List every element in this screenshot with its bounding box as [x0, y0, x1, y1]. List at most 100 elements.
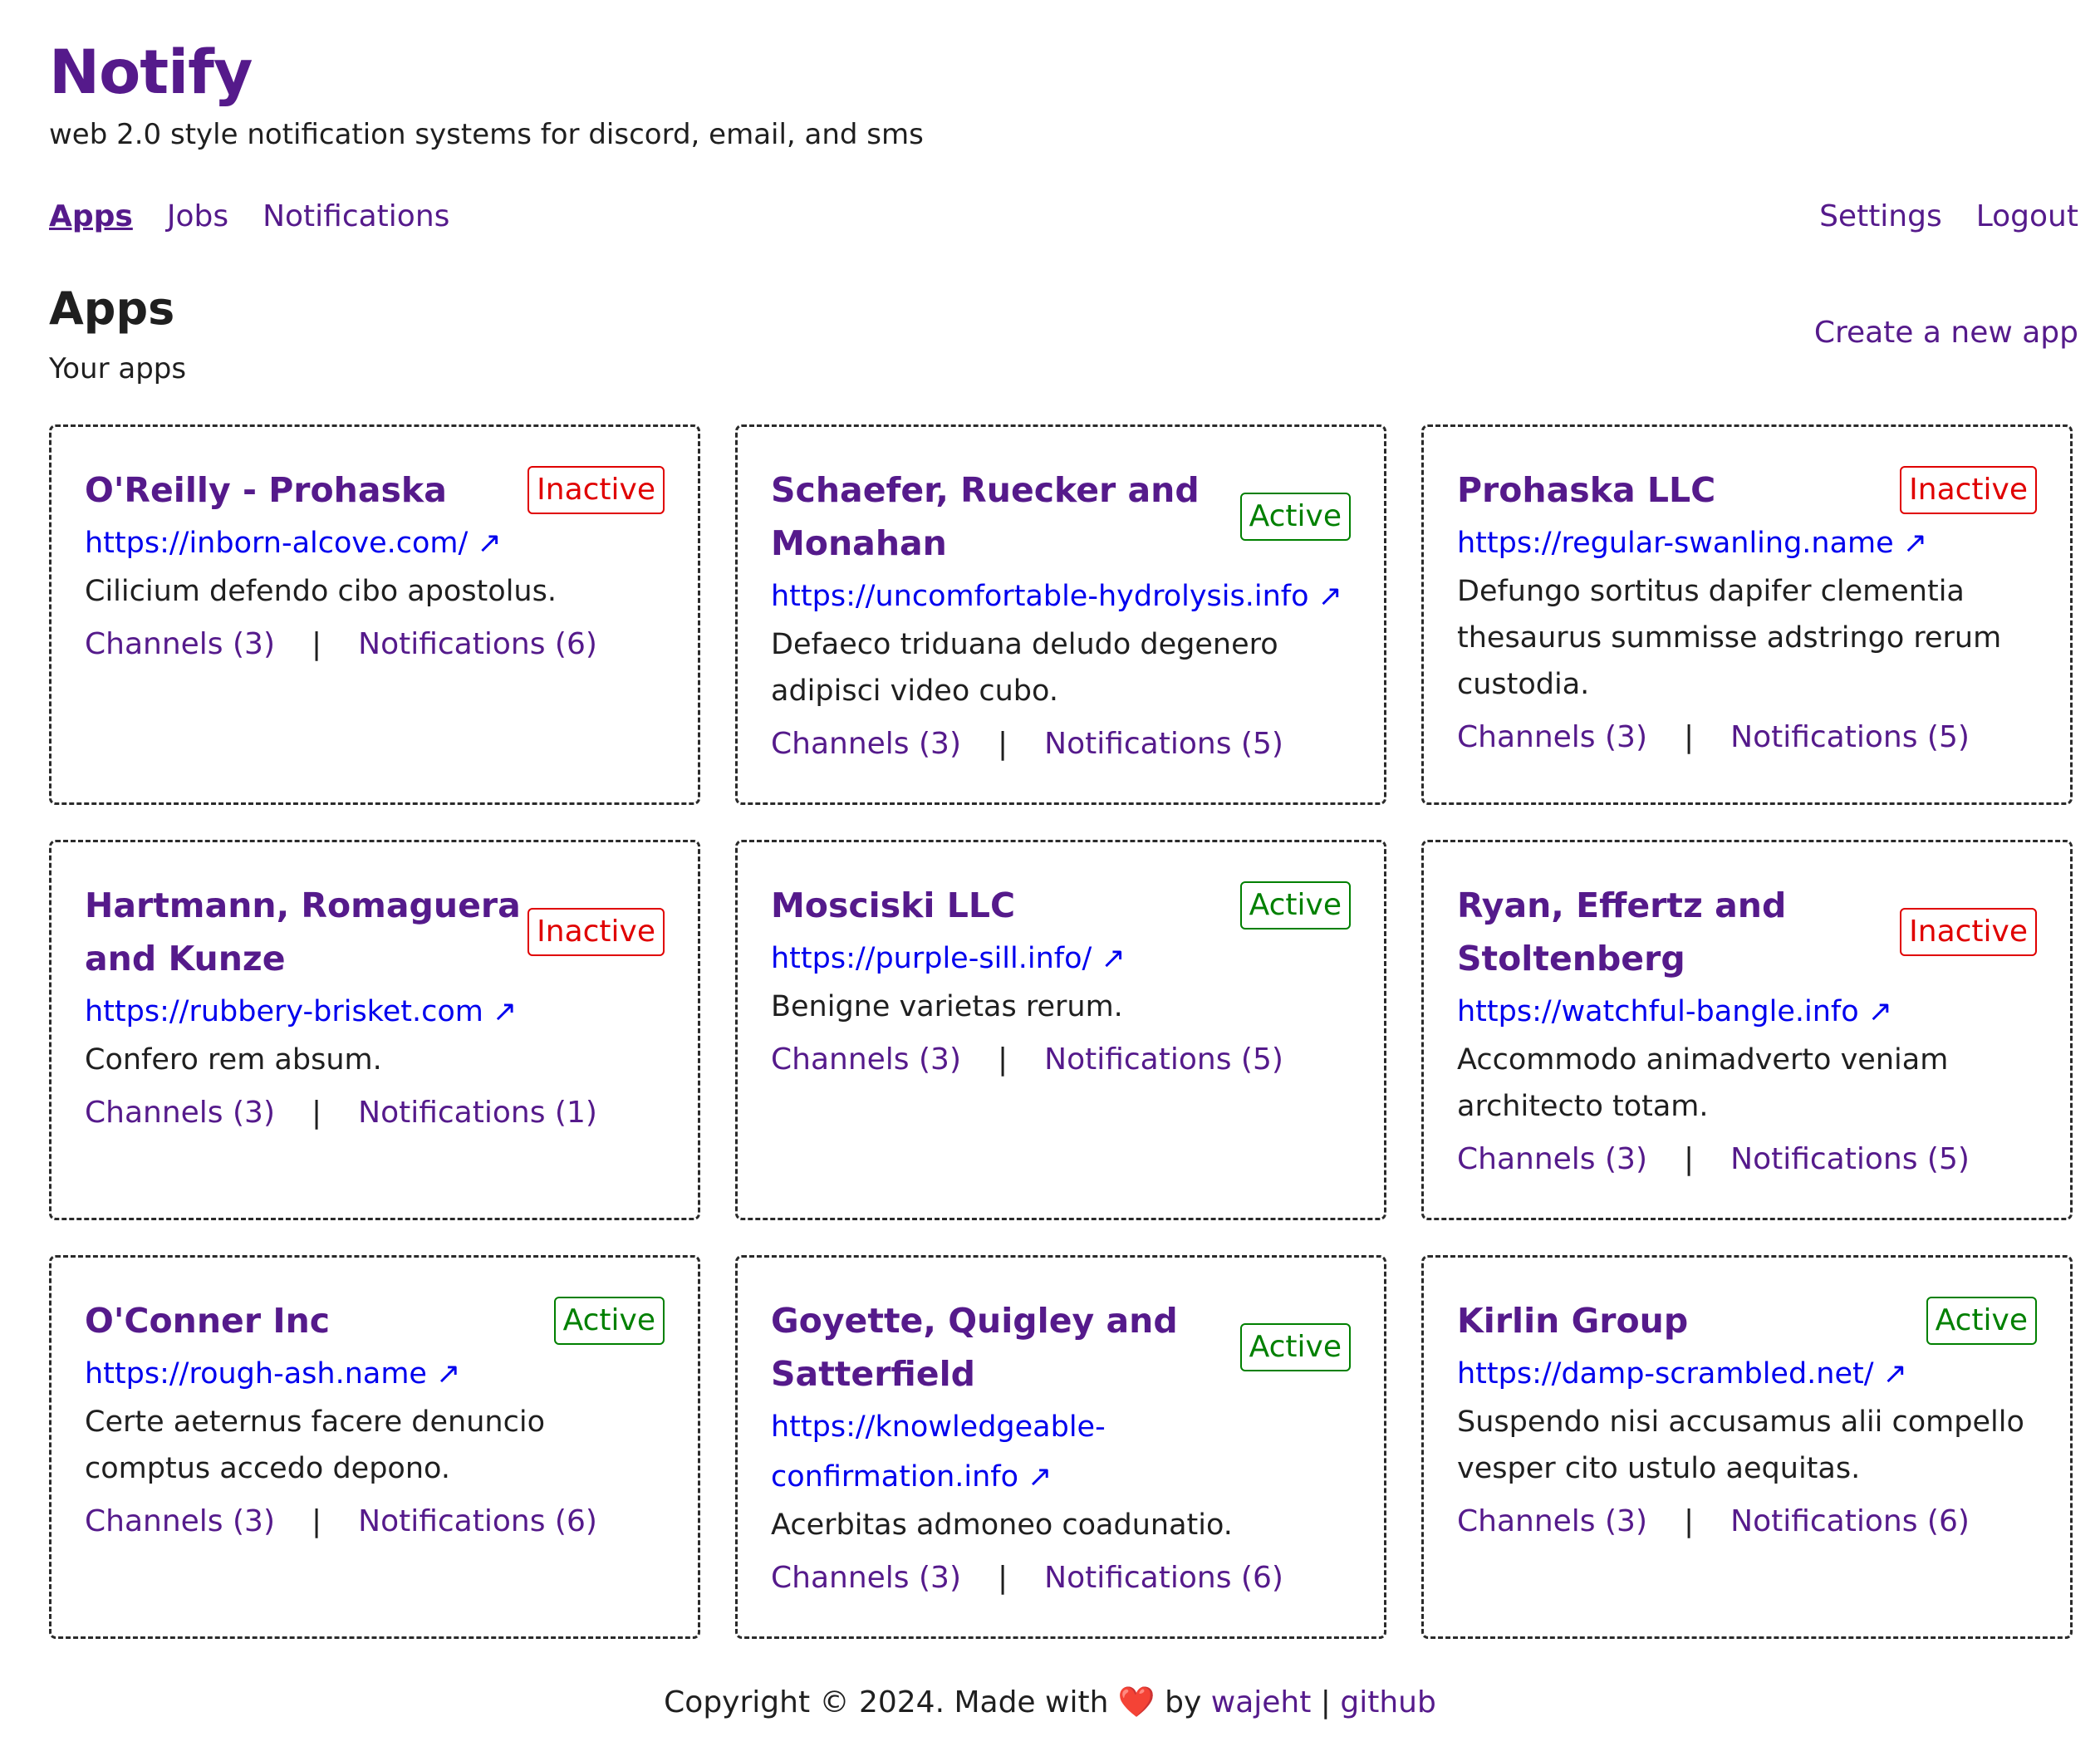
app-title-link[interactable]: Ryan, Effertz and Stoltenberg: [1457, 879, 1900, 985]
nav-jobs-link[interactable]: Jobs: [167, 199, 228, 233]
status-badge: Active: [553, 1297, 665, 1345]
app-url-text: https://rough-ash.name: [85, 1357, 427, 1391]
notifications-link[interactable]: Notifications (1): [358, 1088, 597, 1138]
app-description: Defungo sortitus dapifer clementia thesa…: [1457, 575, 2002, 701]
notifications-link[interactable]: Notifications (5): [1730, 713, 1970, 763]
app-url-text: https://uncomfortable-hydrolysis.info: [771, 580, 1309, 613]
external-link-icon: ↗: [1882, 1357, 1907, 1391]
notifications-link[interactable]: Notifications (5): [1044, 719, 1283, 769]
app-url-text: https://knowledgeable-confirmation.info: [771, 1410, 1106, 1494]
status-badge: Inactive: [527, 908, 665, 956]
app-url-link[interactable]: https://damp-scrambled.net/ ↗: [1457, 1349, 1907, 1399]
footer-github-link[interactable]: github: [1340, 1685, 1435, 1719]
link-separator: |: [312, 1504, 322, 1538]
app-card: O'Conner Inc Active https://rough-ash.name…: [49, 1255, 700, 1639]
app-card-links: Channels (3) | Notifications (6): [85, 620, 665, 670]
channels-link[interactable]: Channels (3): [85, 1497, 275, 1547]
app-card-links: Channels (3) | Notifications (5): [1457, 1135, 2037, 1185]
app-title-link[interactable]: Goyette, Quigley and Satterfield: [771, 1294, 1219, 1400]
notifications-link[interactable]: Notifications (6): [358, 620, 597, 670]
notifications-link[interactable]: Notifications (6): [1730, 1497, 1970, 1547]
app-card: Kirlin Group Active https://damp-scrambled…: [1421, 1255, 2073, 1639]
status-badge: Active: [1926, 1297, 2037, 1345]
external-link-icon: ↗: [436, 1357, 461, 1391]
status-badge: Active: [1239, 881, 1351, 930]
external-link-icon: ↗: [1317, 580, 1342, 613]
nav-settings-link[interactable]: Settings: [1819, 199, 1942, 233]
external-link-icon: ↗: [1101, 942, 1126, 975]
app-url-link[interactable]: https://watchful-bangle.info ↗: [1457, 987, 1892, 1037]
channels-link[interactable]: Channels (3): [771, 1035, 961, 1085]
notifications-link[interactable]: Notifications (6): [358, 1497, 597, 1547]
app-card-header: Prohaska LLC Inactive: [1457, 464, 2037, 517]
app-card-links: Channels (3) | Notifications (5): [771, 719, 1351, 769]
app-description: Defaeco triduana deludo degenero adipisc…: [771, 628, 1278, 708]
app-description: Confero rem absum.: [85, 1043, 382, 1077]
app-description: Certe aeternus facere denuncio comptus a…: [85, 1405, 545, 1485]
app-title-link[interactable]: Prohaska LLC: [1457, 464, 1715, 517]
channels-link[interactable]: Channels (3): [1457, 713, 1647, 763]
app-card-links: Channels (3) | Notifications (5): [771, 1035, 1351, 1085]
external-link-icon: ↗: [492, 995, 518, 1028]
app-url-link[interactable]: https://regular-swanling.name ↗: [1457, 518, 1927, 568]
status-badge: Active: [1239, 493, 1351, 541]
footer-copyright: Copyright © 2024. Made with: [664, 1685, 1109, 1719]
app-url-text: https://inborn-alcove.com/: [85, 527, 469, 560]
notifications-link[interactable]: Notifications (5): [1044, 1035, 1283, 1085]
heart-icon: ❤️: [1117, 1685, 1155, 1719]
app-url-link[interactable]: https://rough-ash.name ↗: [85, 1349, 460, 1399]
app-card-header: O'Reilly - Prohaska Inactive: [85, 464, 665, 517]
app-title-link[interactable]: Schaefer, Ruecker and Monahan: [771, 464, 1219, 570]
nav-notifications-link[interactable]: Notifications: [262, 199, 449, 233]
app-card: Schaefer, Ruecker and Monahan Active https…: [735, 424, 1386, 805]
link-separator: |: [998, 727, 1008, 761]
link-separator: |: [312, 1096, 322, 1130]
link-separator: |: [1684, 1142, 1695, 1176]
app-title-link[interactable]: Mosciski LLC: [771, 879, 1015, 932]
external-link-icon: ↗: [1867, 995, 1893, 1028]
app-card-links: Channels (3) | Notifications (1): [85, 1088, 665, 1138]
status-badge: Inactive: [1900, 466, 2037, 514]
app-card-header: Schaefer, Ruecker and Monahan Active: [771, 464, 1351, 570]
notifications-link[interactable]: Notifications (6): [1044, 1553, 1283, 1603]
notifications-link[interactable]: Notifications (5): [1730, 1135, 1970, 1185]
app-url-text: https://watchful-bangle.info: [1457, 995, 1859, 1028]
channels-link[interactable]: Channels (3): [771, 1553, 961, 1603]
app-title-link[interactable]: Kirlin Group: [1457, 1294, 1688, 1347]
channels-link[interactable]: Channels (3): [1457, 1135, 1647, 1185]
app-url-link[interactable]: https://inborn-alcove.com/ ↗: [85, 518, 502, 568]
app-title-link[interactable]: O'Reilly - Prohaska: [85, 464, 447, 517]
channels-link[interactable]: Channels (3): [1457, 1497, 1647, 1547]
app-tagline: web 2.0 style notification systems for d…: [49, 118, 924, 151]
app-title-link[interactable]: Hartmann, Romaguera and Kunze: [85, 879, 527, 985]
app-logo-title[interactable]: Notify: [49, 37, 253, 110]
app-description: Cilicium defendo cibo apostolus.: [85, 575, 557, 608]
app-card: Prohaska LLC Inactive https://regular-swan…: [1421, 424, 2073, 805]
app-url-link[interactable]: https://rubbery-brisket.com ↗: [85, 987, 517, 1037]
channels-link[interactable]: Channels (3): [771, 719, 961, 769]
app-card: Hartmann, Romaguera and Kunze Inactive htt…: [49, 840, 700, 1220]
channels-link[interactable]: Channels (3): [85, 620, 275, 670]
app-card-links: Channels (3) | Notifications (6): [85, 1497, 665, 1547]
app-title-link[interactable]: O'Conner Inc: [85, 1294, 330, 1347]
app-url-link[interactable]: https://knowledgeable-confirmation.info …: [771, 1402, 1351, 1502]
app-url-link[interactable]: https://uncomfortable-hydrolysis.info ↗: [771, 571, 1342, 621]
footer-author-link[interactable]: wajeht: [1211, 1685, 1312, 1719]
app-url-link[interactable]: https://purple-sill.info/ ↗: [771, 934, 1126, 984]
app-url-text: https://damp-scrambled.net/: [1457, 1357, 1874, 1391]
app-url-text: https://rubbery-brisket.com: [85, 995, 483, 1028]
link-separator: |: [998, 1561, 1008, 1595]
app-card-links: Channels (3) | Notifications (6): [1457, 1497, 2037, 1547]
channels-link[interactable]: Channels (3): [85, 1088, 275, 1138]
app-url-text: https://regular-swanling.name: [1457, 527, 1894, 560]
nav-logout-link[interactable]: Logout: [1976, 199, 2078, 233]
app-card-header: Kirlin Group Active: [1457, 1294, 2037, 1347]
app-description: Benigne varietas rerum.: [771, 990, 1123, 1023]
app-card-header: O'Conner Inc Active: [85, 1294, 665, 1347]
link-separator: |: [998, 1042, 1008, 1077]
nav-apps-link[interactable]: Apps: [49, 199, 133, 233]
footer-divider: |: [1320, 1685, 1331, 1719]
create-app-link[interactable]: Create a new app: [1814, 316, 2078, 350]
app-card-header: Goyette, Quigley and Satterfield Active: [771, 1294, 1351, 1400]
app-card: O'Reilly - Prohaska Inactive https://inbor…: [49, 424, 700, 805]
